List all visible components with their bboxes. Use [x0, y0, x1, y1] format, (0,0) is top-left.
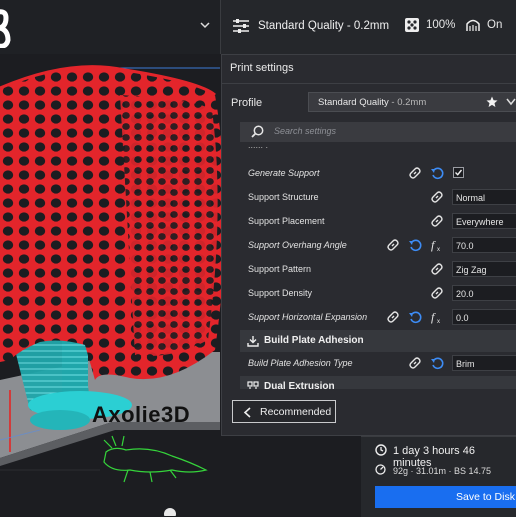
setting-row-support-structure[interactable]: Support Structure Normal: [240, 186, 516, 208]
svg-text:x: x: [437, 319, 440, 324]
top-toolbar: Standard Quality - 0.2mm 100% On: [0, 0, 516, 54]
setting-row-adhesion-type[interactable]: Build Plate Adhesion Type Brim: [240, 352, 516, 374]
print-settings-panel: Print settings Profile Standard Quality …: [221, 54, 516, 436]
setting-row-generate-support[interactable]: Generate Support: [240, 162, 516, 184]
category-label: Dual Extrusion: [264, 381, 335, 389]
search-settings-input[interactable]: Search settings: [240, 122, 516, 142]
link-icon[interactable]: [430, 286, 444, 300]
reset-icon[interactable]: [430, 166, 444, 180]
support-overhang-angle-input[interactable]: 70.0: [452, 237, 516, 253]
link-icon[interactable]: [386, 238, 400, 252]
star-icon[interactable]: [486, 96, 498, 108]
support-placement-select[interactable]: Everywhere: [452, 213, 516, 229]
panel-title: Print settings: [230, 62, 294, 74]
quality-text: Standard Quality - 0.2mm: [258, 20, 390, 32]
settings-list[interactable]: ...... . Generate Support Support Struct…: [240, 147, 516, 389]
link-icon[interactable]: [408, 356, 422, 370]
profile-label: Profile: [231, 97, 263, 109]
setting-label: Support Density: [248, 288, 313, 298]
partial-row-label: ...... .: [248, 147, 268, 150]
infill-icon: [405, 18, 419, 32]
svg-text:x: x: [437, 247, 440, 252]
setting-label: Support Horizontal Expansion: [248, 312, 368, 322]
function-icon[interactable]: fx: [430, 310, 444, 324]
function-icon[interactable]: fx: [430, 238, 444, 252]
material-estimate: 92g · 31.01m · BS 14.75: [393, 466, 492, 476]
recommended-button[interactable]: Recommended: [232, 400, 336, 423]
setting-row-support-overhang-angle[interactable]: Support Overhang Angle fx 70.0: [240, 234, 516, 256]
link-icon[interactable]: [408, 166, 422, 180]
setting-row-support-horizontal-expansion[interactable]: Support Horizontal Expansion fx 0.0: [240, 306, 516, 328]
reset-icon[interactable]: [430, 356, 444, 370]
search-placeholder: Search settings: [274, 126, 337, 136]
material-icon: [375, 464, 386, 475]
divider: [222, 83, 516, 84]
setting-label: Support Pattern: [248, 264, 312, 274]
link-icon[interactable]: [430, 190, 444, 204]
setting-label: Support Placement: [248, 216, 325, 226]
infill-text: 100%: [426, 19, 456, 31]
support-pattern-select[interactable]: Zig Zag: [452, 261, 516, 277]
clock-icon: [375, 444, 387, 456]
category-dual-extrusion[interactable]: Dual Extrusion: [240, 376, 516, 389]
link-icon[interactable]: [430, 262, 444, 276]
support-icon: [466, 19, 480, 31]
category-label: Build Plate Adhesion: [264, 335, 364, 346]
support-horizontal-expansion-input[interactable]: 0.0: [452, 309, 516, 325]
dual-extrusion-icon: [247, 381, 259, 389]
setting-label: Support Structure: [248, 192, 319, 202]
link-icon[interactable]: [386, 310, 400, 324]
link-icon[interactable]: [430, 214, 444, 228]
profile-version: - 0.2mm: [388, 97, 427, 108]
setting-label: Support Overhang Angle: [248, 240, 347, 250]
setting-label: Generate Support: [248, 168, 320, 178]
category-build-plate-adhesion[interactable]: Build Plate Adhesion: [240, 330, 516, 352]
setting-row-support-placement[interactable]: Support Placement Everywhere: [240, 210, 516, 232]
setting-row-support-pattern[interactable]: Support Pattern Zig Zag: [240, 258, 516, 280]
adhesion-icon: [247, 336, 259, 347]
save-to-disk-button[interactable]: Save to Disk: [375, 486, 516, 508]
chevron-down-icon: [506, 98, 516, 106]
profile-dropdown[interactable]: Standard Quality - 0.2mm: [308, 92, 516, 112]
chevron-left-icon: [243, 407, 251, 418]
reset-icon[interactable]: [408, 238, 422, 252]
sliders-icon: [233, 19, 249, 33]
setting-label: Build Plate Adhesion Type: [248, 358, 353, 368]
check-icon: [455, 169, 463, 176]
support-density-input[interactable]: 20.0: [452, 285, 516, 301]
watermark-logo-text: Axolie3D: [92, 402, 191, 427]
profile-name: Standard Quality: [318, 97, 389, 108]
support-text: On: [487, 19, 503, 31]
print-output-panel: 1 day 3 hours 46 minutes 92g · 31.01m · …: [361, 436, 516, 517]
quality-summary[interactable]: Standard Quality - 0.2mm: [232, 17, 389, 35]
adhesion-type-select[interactable]: Brim: [452, 355, 516, 371]
chevron-down-icon: [200, 22, 210, 29]
svg-text:f: f: [431, 310, 436, 324]
printer-selector[interactable]: [0, 0, 221, 54]
partial-logo-icon: [0, 9, 11, 48]
support-structure-select[interactable]: Normal: [452, 189, 516, 205]
svg-text:f: f: [431, 238, 436, 252]
setting-row-support-density[interactable]: Support Density 20.0: [240, 282, 516, 304]
search-icon: [251, 125, 264, 138]
infill-summary[interactable]: 100%: [404, 17, 455, 33]
support-summary[interactable]: On: [465, 17, 502, 33]
reset-icon[interactable]: [408, 310, 422, 324]
recommended-label: Recommended: [260, 406, 332, 418]
generate-support-checkbox[interactable]: [453, 167, 464, 178]
axolotl-logo: [103, 435, 208, 483]
